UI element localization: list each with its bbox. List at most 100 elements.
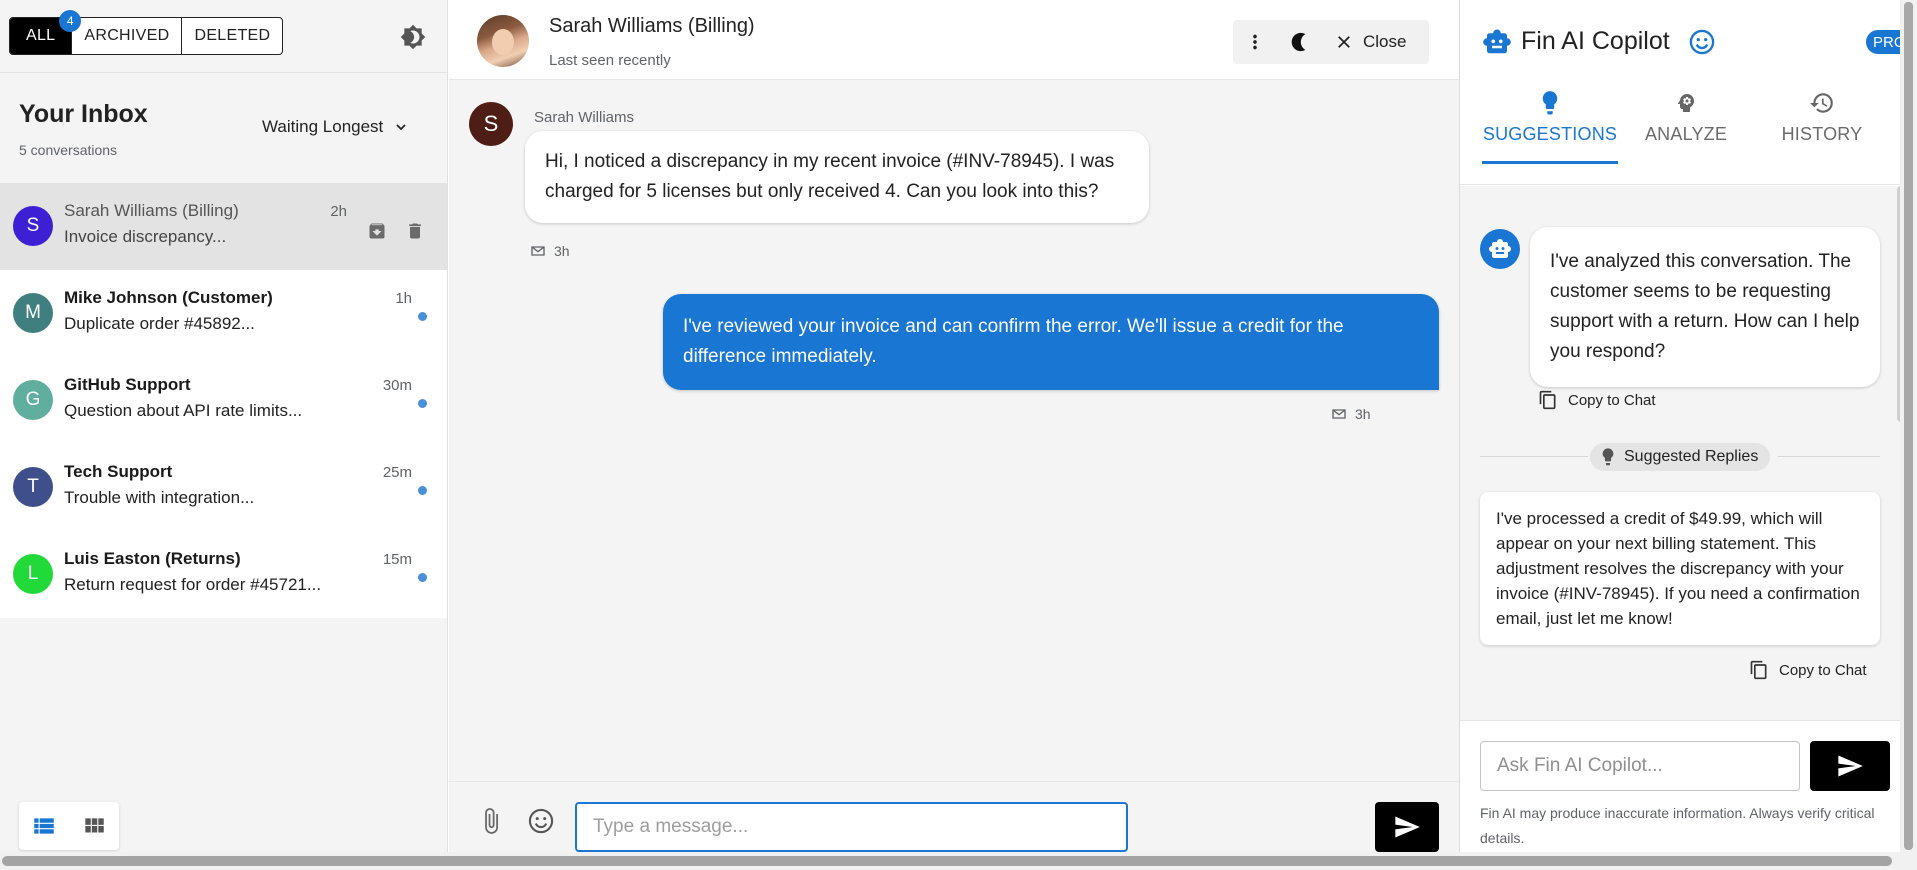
contact-photo <box>477 15 529 67</box>
sender-name: Sarah Williams <box>534 109 635 126</box>
ask-send-button[interactable] <box>1810 741 1890 791</box>
moon-icon <box>1291 32 1306 52</box>
list-view-button[interactable] <box>19 802 69 850</box>
copy-icon <box>1539 390 1556 410</box>
close-conversation-button[interactable]: Close <box>1321 20 1420 64</box>
inbox-title: Your Inbox <box>19 100 148 128</box>
send-button[interactable] <box>1375 802 1439 852</box>
avatar: G <box>13 380 53 420</box>
message-time: 3h <box>1355 406 1371 422</box>
avatar: M <box>13 293 53 333</box>
unread-dot <box>418 312 427 321</box>
snooze-button[interactable] <box>1277 20 1321 64</box>
copy-to-chat-label: Copy to Chat <box>1779 661 1867 679</box>
send-icon <box>1838 755 1863 777</box>
suggested-replies-chip: Suggested Replies <box>1590 443 1771 471</box>
page-vertical-scrollbar[interactable] <box>1900 0 1917 852</box>
outgoing-message: I've reviewed your invoice and can confi… <box>663 294 1439 390</box>
conversation-item[interactable]: M Mike Johnson (Customer) Duplicate orde… <box>0 270 447 357</box>
email-icon <box>1332 409 1346 419</box>
tab-deleted[interactable]: DELETED <box>181 18 282 54</box>
conversation-name: Sarah Williams (Billing) <box>64 201 239 220</box>
copilot-title: Fin AI Copilot <box>1521 27 1670 55</box>
conversation-time: 2h <box>330 203 347 220</box>
copilot-avatar <box>1480 229 1520 269</box>
ai-disclaimer: Fin AI may produce inaccurate informatio… <box>1480 805 1875 846</box>
conversation-count: 5 conversations <box>19 142 118 158</box>
sender-avatar: S <box>469 102 513 146</box>
contact-status: Last seen recently <box>549 52 671 69</box>
message-meta: 3h <box>1331 406 1371 422</box>
tab-suggestions-label: SUGGESTIONS <box>1482 124 1618 144</box>
conversation-list: S Sarah Williams (Billing) Invoice discr… <box>0 183 447 618</box>
robot-icon <box>1489 239 1511 258</box>
archive-button[interactable] <box>365 219 389 243</box>
scrollbar-thumb[interactable] <box>2 856 1892 866</box>
copy-to-chat-button[interactable]: Copy to Chat <box>1538 390 1656 410</box>
smile-icon <box>1689 29 1715 55</box>
copy-to-chat-button[interactable]: Copy to Chat <box>1749 660 1867 680</box>
conversation-item[interactable]: T Tech Support Trouble with integration.… <box>0 444 447 531</box>
divider <box>1778 456 1880 457</box>
emoji-button[interactable] <box>526 806 556 836</box>
unread-dot <box>418 486 427 495</box>
conversation-preview: Question about API rate limits... <box>64 401 303 420</box>
send-icon <box>1395 816 1420 838</box>
ask-copilot-input[interactable] <box>1480 741 1800 791</box>
conversation-item[interactable]: G GitHub Support Question about API rate… <box>0 357 447 444</box>
lightbulb-icon <box>1542 91 1558 115</box>
suggested-replies-label: Suggested Replies <box>1624 448 1759 465</box>
delete-button[interactable] <box>403 219 427 243</box>
more-vert-icon <box>1253 34 1257 50</box>
avatar: T <box>13 467 53 507</box>
unread-dot <box>418 573 427 582</box>
conversation-name: Mike Johnson (Customer) <box>64 288 273 307</box>
paperclip-icon <box>485 808 498 834</box>
unread-dot <box>418 399 427 408</box>
copilot-footer: Fin AI may produce inaccurate informatio… <box>1460 720 1917 852</box>
conversation-item[interactable]: S Sarah Williams (Billing) Invoice discr… <box>0 183 447 270</box>
attach-button[interactable] <box>476 806 506 836</box>
inbox-filter-tabs: ALL 4 ARCHIVED DELETED <box>9 10 284 55</box>
tab-analyze-label: ANALYZE <box>1644 124 1728 144</box>
tab-history[interactable]: HISTORY <box>1754 88 1890 164</box>
conversation-preview: Invoice discrepancy... <box>64 227 227 246</box>
copy-to-chat-label: Copy to Chat <box>1568 391 1656 409</box>
list-view-icon <box>34 818 54 834</box>
tab-archived[interactable]: ARCHIVED <box>71 18 181 54</box>
copy-icon <box>1750 660 1767 680</box>
message-input[interactable] <box>575 802 1128 852</box>
grid-view-button[interactable] <box>69 802 119 850</box>
email-icon <box>531 246 545 256</box>
page-horizontal-scrollbar[interactable] <box>0 852 1917 870</box>
sort-dropdown[interactable]: Waiting Longest <box>262 117 409 137</box>
conversation-item[interactable]: L Luis Easton (Returns) Return request f… <box>0 531 447 618</box>
history-icon <box>1810 93 1833 113</box>
grid-view-icon <box>85 818 104 833</box>
message-time: 3h <box>554 243 570 259</box>
more-options-button[interactable] <box>1233 20 1277 64</box>
theme-toggle-button[interactable] <box>397 21 429 53</box>
message-meta: 3h <box>530 243 570 259</box>
conversation-preview: Return request for order #45721... <box>64 575 322 594</box>
conversation-name: Luis Easton (Returns) <box>64 549 241 568</box>
tab-suggestions[interactable]: SUGGESTIONS <box>1482 88 1618 164</box>
conversation-time: 30m <box>382 377 412 394</box>
tab-all[interactable]: ALL 4 <box>10 10 82 54</box>
message-composer <box>449 781 1459 852</box>
chat-panel: Sarah Williams (Billing) Last seen recen… <box>449 0 1459 852</box>
copilot-message: I've analyzed this conversation. The cus… <box>1530 227 1880 387</box>
archive-icon <box>369 223 385 239</box>
tab-analyze[interactable]: ANALYZE <box>1618 88 1754 164</box>
suggested-reply-card[interactable]: I've processed a credit of $49.99, which… <box>1480 492 1880 645</box>
chevron-down-icon <box>396 124 406 131</box>
contact-name: Sarah Williams (Billing) <box>549 15 755 37</box>
conversation-name: Tech Support <box>64 462 173 481</box>
inbox-header: Your Inbox 5 conversations Waiting Longe… <box>0 72 447 182</box>
avatar: S <box>13 206 53 246</box>
scrollbar-thumb[interactable] <box>1904 2 1913 850</box>
conversation-time: 15m <box>382 551 412 568</box>
sort-label: Waiting Longest <box>262 117 384 136</box>
view-mode-toggle <box>19 802 119 850</box>
conversation-preview: Duplicate order #45892... <box>64 314 255 333</box>
